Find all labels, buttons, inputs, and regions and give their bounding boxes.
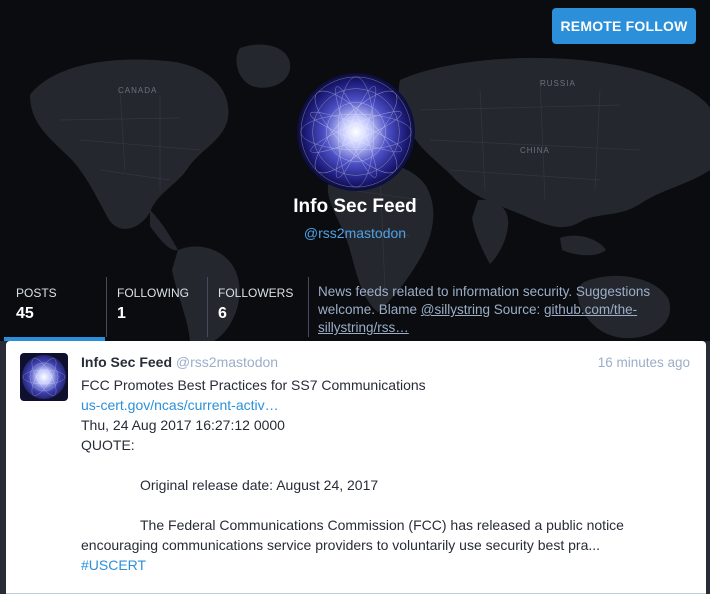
counter-posts[interactable]: POSTS 45 — [6, 277, 106, 341]
status-timestamp[interactable]: 16 minutes ago — [598, 355, 690, 370]
status-body-line: encouraging communications service provi… — [81, 537, 601, 553]
mandala-avatar-icon — [20, 353, 68, 401]
counter-followers-label: FOLLOWERS — [218, 286, 294, 300]
counter-followers[interactable]: FOLLOWERS 6 — [208, 277, 308, 341]
status-card[interactable]: Info Sec Feed @rss2mastodon 16 minutes a… — [6, 341, 706, 594]
mandala-avatar-icon — [297, 73, 415, 191]
bio-text: Source: — [490, 302, 545, 317]
profile-username[interactable]: @rss2mastodon — [0, 225, 710, 241]
counter-followers-value: 6 — [218, 305, 227, 322]
map-label-russia: RUSSIA — [540, 79, 576, 88]
status-body-line: The Federal Communications Commission (F… — [140, 517, 624, 533]
remote-follow-button[interactable]: REMOTE FOLLOW — [552, 8, 696, 44]
status-title: FCC Promotes Best Practices for SS7 Comm… — [81, 377, 426, 393]
counter-posts-label: POSTS — [16, 286, 57, 300]
counter-following[interactable]: FOLLOWING 1 — [107, 277, 207, 341]
map-label-canada: CANADA — [118, 86, 157, 95]
status-username: @rss2mastodon — [175, 354, 279, 370]
status-avatar[interactable] — [20, 353, 68, 401]
counter-posts-value: 45 — [16, 305, 34, 322]
counter-divider — [308, 277, 309, 337]
profile-header: CANADA RUSSIA CHINA REMOTE FOLLOW Info S… — [0, 0, 710, 341]
profile-avatar[interactable] — [297, 73, 415, 191]
counter-following-value: 1 — [117, 305, 126, 322]
status-hashtag[interactable]: #USCERT — [81, 557, 146, 573]
status-display-name: Info Sec Feed — [81, 354, 173, 370]
status-release-date: Original release date: August 24, 2017 — [140, 477, 379, 493]
status-link[interactable]: us-cert.gov/ncas/current-activ… — [81, 397, 279, 413]
map-label-china: CHINA — [520, 146, 550, 155]
status-date: Thu, 24 Aug 2017 16:27:12 0000 — [81, 417, 285, 433]
status-author[interactable]: Info Sec Feed @rss2mastodon — [81, 354, 278, 370]
status-content: FCC Promotes Best Practices for SS7 Comm… — [81, 375, 691, 575]
profile-bio: News feeds related to information securi… — [318, 283, 693, 337]
status-quote-label: QUOTE: — [81, 437, 135, 453]
profile-display-name: Info Sec Feed — [293, 196, 417, 217]
bio-mention-link[interactable]: @sillystring — [421, 302, 490, 317]
counter-following-label: FOLLOWING — [117, 286, 190, 300]
